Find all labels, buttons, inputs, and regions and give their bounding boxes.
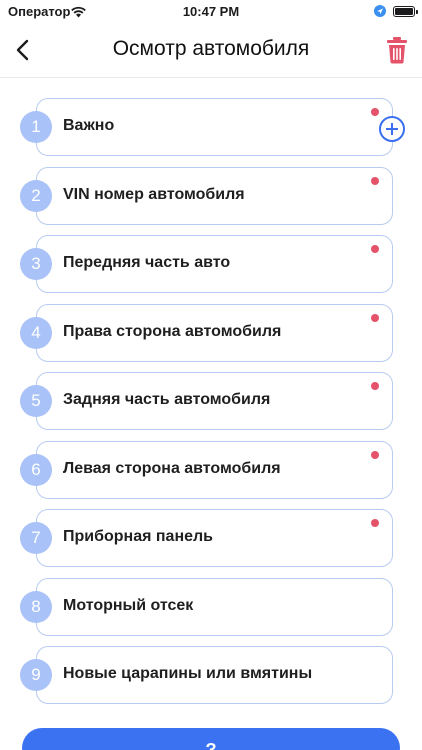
- trash-icon[interactable]: [384, 35, 410, 65]
- section-row[interactable]: 1 Важно: [0, 98, 422, 156]
- section-row[interactable]: 9 Новые царапины или вмятины: [0, 646, 422, 704]
- bottom-action-button[interactable]: З: [22, 728, 400, 750]
- section-row[interactable]: 4 Права сторона автомобиля: [0, 303, 422, 362]
- section-row[interactable]: 2 VIN номер автомобиля: [0, 166, 422, 225]
- section-label: Права сторона автомобиля: [63, 322, 282, 340]
- section-label: Задняя часть автомобиля: [63, 391, 271, 408]
- status-time: 10:47 PM: [182, 4, 240, 19]
- section-label: Новые царапины или вмятины: [63, 665, 313, 682]
- navigation-bar: Осмотр автомобиля: [0, 24, 422, 78]
- battery-icon: [393, 6, 418, 17]
- chevron-left-icon[interactable]: [10, 34, 38, 66]
- section-number-badge: 6: [20, 453, 52, 486]
- section-label: Передняя часть авто: [63, 254, 231, 271]
- section-row[interactable]: 5 Задняя часть автомобиля: [0, 372, 422, 430]
- section-label: Важно: [63, 117, 115, 134]
- section-label: Приборная панель: [63, 528, 214, 545]
- section-row[interactable]: 8 Моторный отсек: [0, 577, 422, 636]
- alert-dot-icon: [371, 245, 379, 253]
- status-bar: Оператор 10:47 PM: [0, 0, 422, 24]
- section-number-badge: 1: [20, 111, 52, 143]
- section-number-badge: 5: [20, 385, 52, 417]
- page-title: Осмотр автомобиля: [112, 37, 310, 60]
- section-label: Левая сторона автомобиля: [63, 459, 281, 477]
- section-number-badge: 3: [20, 248, 52, 280]
- section-number-badge: 9: [20, 659, 52, 691]
- alert-dot-icon: [371, 313, 379, 322]
- section-label: VIN номер автомобиля: [63, 185, 245, 203]
- add-circle-icon[interactable]: [379, 116, 405, 142]
- section-number-badge: 2: [20, 179, 52, 212]
- alert-dot-icon: [371, 176, 379, 185]
- alert-dot-icon: [371, 450, 379, 459]
- location-icon: [374, 5, 386, 17]
- alert-dot-icon: [371, 108, 379, 116]
- section-number-badge: 7: [20, 522, 52, 554]
- section-row[interactable]: 7 Приборная панель: [0, 509, 422, 567]
- section-label: Моторный отсек: [63, 596, 194, 614]
- alert-dot-icon: [371, 382, 379, 390]
- alert-dot-icon: [371, 519, 379, 527]
- section-row[interactable]: 6 Левая сторона автомобиля: [0, 440, 422, 499]
- section-row[interactable]: 3 Передняя часть авто: [0, 235, 422, 293]
- section-number-badge: 4: [20, 316, 52, 349]
- section-number-badge: 8: [20, 590, 52, 623]
